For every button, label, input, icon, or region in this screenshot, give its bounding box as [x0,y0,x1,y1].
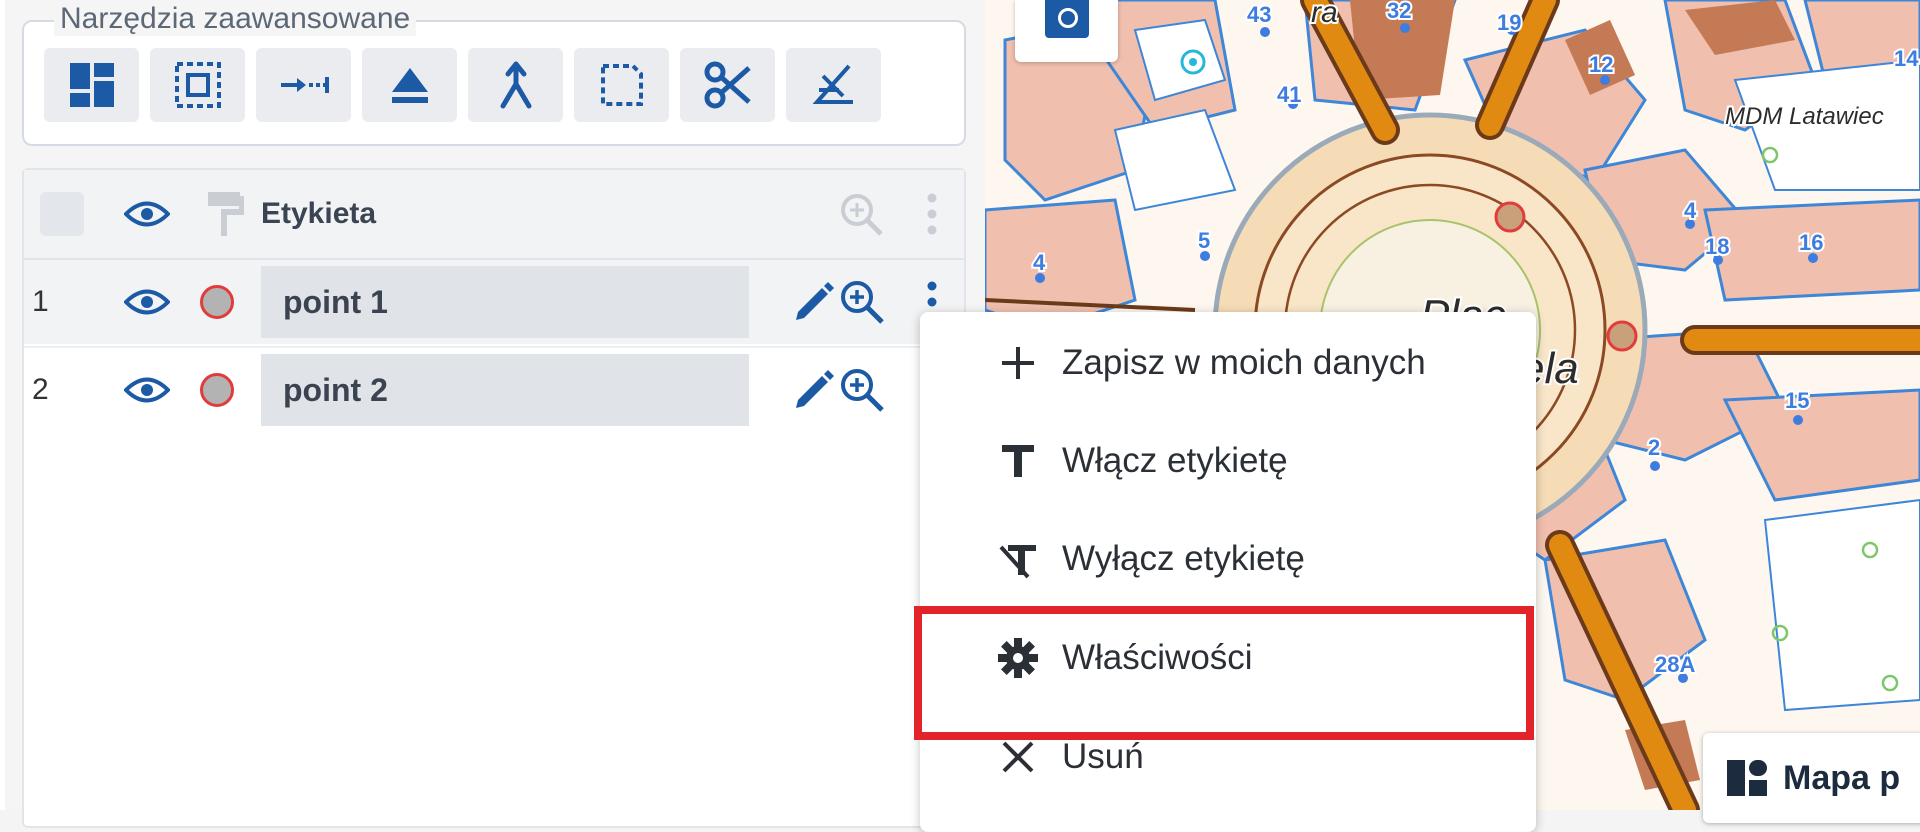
menu-item-label: Włącz etykietę [1062,441,1288,480]
pencil-icon[interactable] [792,280,836,324]
map-label-19: 19 [1497,10,1521,35]
paint-roller-icon [208,192,244,236]
map-label-15: 15 [1785,388,1809,413]
grid-layout-button[interactable] [44,48,139,122]
layers-list: Etykieta 1 point 1 2 point 2 [22,168,966,828]
eye-icon[interactable] [124,287,170,317]
map-label-16: 16 [1799,230,1823,255]
zoom-in-icon[interactable] [839,367,885,413]
eye-icon[interactable] [124,199,170,229]
map-label-32: 32 [1387,0,1411,23]
map-label-mdm: MDM Latawiec [1725,103,1884,130]
column-label-header: Etykieta [261,197,377,230]
select-area-icon [174,62,221,108]
dashed-rectangle-icon [600,64,643,106]
map-label-43: 43 [1247,2,1271,27]
highlight-annotation-box [914,606,1534,740]
eject-button[interactable] [362,48,457,122]
menu-item-label: Zapisz w moich danych [1062,343,1426,382]
grid-layout-icon [69,63,114,107]
menu-item-label: Wyłącz etykietę [1062,539,1305,578]
camera-icon [1045,0,1089,38]
map-label-28a: 28A [1655,652,1695,677]
plus-icon [1002,347,1034,379]
scissors-icon [704,61,751,109]
row-index: 1 [32,285,49,318]
angle-icon [812,64,853,104]
map-label-41: 41 [1277,82,1301,107]
measure-line-button[interactable] [256,48,351,122]
side-panel: Narzędzia zaawansowane Etykieta 1 point … [0,0,985,828]
layer-name[interactable]: point 1 [261,266,749,338]
map-label-4b: 4 [1033,250,1046,275]
close-icon [1002,741,1034,773]
map-label-12: 12 [1589,52,1613,77]
context-menu: Zapisz w moich danych Włącz etykietę Wył… [920,312,1536,832]
row-index: 2 [32,373,49,406]
map-label-14: 14 [1894,46,1919,71]
map-label-5: 5 [1198,228,1210,253]
menu-item-save[interactable]: Zapisz w moich danych [920,314,1536,412]
measure-line-icon [280,77,329,93]
advanced-tools-legend: Narzędzia zaawansowane [54,2,417,36]
cut-button[interactable] [680,48,775,122]
dashed-rectangle-button[interactable] [574,48,669,122]
eject-triangle-icon [391,68,428,103]
advanced-tools-group: Narzędzia zaawansowane [22,2,966,146]
layer-row[interactable]: 2 point 2 [24,346,964,432]
menu-item-enable-label[interactable]: Włącz etykietę [920,412,1536,510]
camera-button[interactable] [1015,0,1118,62]
header-more-icon[interactable] [926,192,938,236]
eye-icon[interactable] [124,375,170,405]
merge-icon [500,61,531,109]
map-label-ra: ra [1311,0,1338,29]
layer-row[interactable]: 1 point 1 [24,260,964,344]
menu-item-label: Usuń [1062,737,1144,776]
angle-button[interactable] [786,48,881,122]
text-off-icon [999,545,1036,579]
point-symbol-icon [200,285,234,319]
map-label-2: 2 [1648,435,1660,460]
select-all-checkbox[interactable] [40,192,84,236]
map-label-4a: 4 [1684,198,1697,223]
zoom-in-icon[interactable] [839,279,885,325]
point-symbol-icon [200,373,234,407]
map-label-18: 18 [1705,234,1729,259]
select-area-button[interactable] [150,48,245,122]
layers-map-icon [1727,760,1767,796]
layer-name[interactable]: point 2 [261,354,749,426]
base-map-label: Mapa p [1783,758,1901,797]
text-t-icon [1002,445,1034,477]
layers-header: Etykieta [24,170,964,260]
merge-button[interactable] [468,48,563,122]
pencil-icon[interactable] [792,368,836,412]
menu-item-disable-label[interactable]: Wyłącz etykietę [920,510,1536,608]
zoom-in-icon[interactable] [839,192,883,236]
